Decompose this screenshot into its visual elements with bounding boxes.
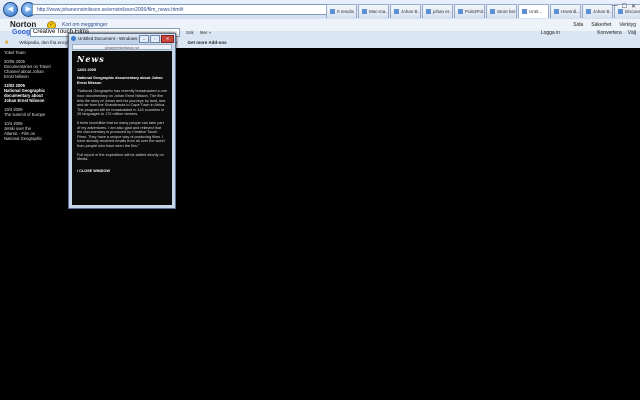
popup-maximize-icon[interactable]: ▫ [150, 35, 160, 43]
close-icon[interactable]: ✕ [631, 3, 636, 10]
tab-favicon-icon [426, 9, 431, 14]
tab-favicon-icon [330, 9, 335, 14]
tab-label: Havsnå... [561, 8, 581, 14]
browser-tab[interactable]: Pole2Pol... [454, 4, 485, 18]
google-toolbar-tools: Sök Mer » [186, 28, 211, 38]
login-link[interactable]: Logga in [541, 28, 560, 38]
news-paragraph: It feels incredible that so many people … [77, 120, 165, 148]
popup-address-bar: johanernstnilsson.se [72, 44, 172, 50]
tab-label: Untit... [529, 8, 543, 14]
news-entry-line: The summit of Europe [4, 112, 46, 117]
popup-minimize-icon[interactable]: – [139, 35, 149, 43]
news-paragraph: "National Geographic has recently broadc… [77, 89, 167, 117]
browser-tab[interactable]: Untit... [518, 4, 549, 18]
tab-strip: 0 results Mac-ma... Johan B... johan er... P… [326, 4, 640, 19]
news-list: Yobel Team 20/05 2005 Documentaries on Tra… [4, 50, 66, 145]
select-button[interactable]: Välj [628, 28, 636, 38]
tab-favicon-icon [458, 9, 463, 14]
tab-label: Johan B... [593, 8, 613, 14]
tab-favicon-icon [522, 9, 527, 14]
browser-tab[interactable]: Mac-ma... [358, 4, 389, 18]
tab-label: Pole2Pol... [465, 8, 485, 14]
browser-tab[interactable]: Johan B... [390, 4, 421, 18]
news-headline: National Geographic documentary about Jo… [77, 76, 163, 85]
browser-tab[interactable]: Johan B... [582, 4, 613, 18]
back-button[interactable]: ◀ [3, 2, 18, 17]
popup-window: Untitled Document - Windows Internet Exp… [68, 33, 176, 209]
news-heading: News [77, 54, 105, 64]
ie-icon [71, 36, 76, 41]
news-entry-line: Ernst Nilsson [4, 74, 29, 79]
google-search-button[interactable]: Sök [186, 28, 194, 38]
tab-favicon-icon [394, 9, 399, 14]
convert-tools: Konvertera Välj [597, 28, 636, 38]
popup-window-controls: – ▫ ✕ [139, 35, 174, 43]
popup-close-icon[interactable]: ✕ [161, 35, 174, 43]
news-entry[interactable]: 20/05 2005 Documentaries on Travel Channel… [4, 59, 66, 79]
popup-title: Untitled Document - Windows Internet Exp… [78, 36, 142, 41]
window-controls: — ☐ ✕ [612, 3, 636, 10]
convert-button[interactable]: Konvertera [597, 28, 621, 38]
maximize-icon[interactable]: ☐ [622, 3, 627, 10]
tab-label: Store ber... [497, 8, 517, 14]
address-bar[interactable]: http://www.johanernstnilsson.se/ernstnil… [32, 4, 342, 15]
news-date: 12/02 2005 [77, 67, 97, 72]
news-entry-line: National Geographic [4, 136, 43, 141]
favorite-get-addons[interactable]: Get more Add-ons [187, 38, 226, 48]
tab-favicon-icon [490, 9, 495, 14]
favorites-star-icon[interactable]: ★ [4, 38, 9, 48]
tab-label: Mac-ma... [369, 8, 389, 14]
close-window-link[interactable]: / CLOSE WINDOW [77, 169, 167, 174]
news-entry[interactable]: Yobel Team [4, 50, 66, 55]
news-entry[interactable]: 12/02 2005 National Geographic documentary… [4, 83, 66, 103]
tab-favicon-icon [362, 9, 367, 14]
page-menu[interactable]: Sida [573, 19, 583, 31]
tab-label: Johan B... [401, 8, 421, 14]
popup-content: News 12/02 2005 National Geographic docu… [72, 51, 172, 205]
minimize-icon[interactable]: — [612, 3, 618, 10]
google-more-button[interactable]: Mer » [200, 28, 212, 38]
news-entry[interactable]: 10/4 2005 Jetski over the Atlantic - Film … [4, 121, 66, 141]
tab-favicon-icon [554, 9, 559, 14]
news-entry[interactable]: 19/3 2005 The summit of Europe [4, 107, 66, 117]
popup-title-bar[interactable]: Untitled Document - Windows Internet Exp… [69, 34, 175, 43]
tab-label: 0 results [337, 8, 355, 14]
tab-label: johan er... [433, 8, 453, 14]
news-entry-line: Yobel Team [4, 50, 26, 55]
browser-tab[interactable]: johan er... [422, 4, 453, 18]
news-paragraph: Full report of the expedition will be ad… [77, 152, 164, 162]
browser-tab[interactable]: Store ber... [486, 4, 517, 18]
browser-tab[interactable]: Havsnå... [550, 4, 581, 18]
news-entry-line: Johan Ernst Nilsson [4, 98, 45, 103]
browser-tab[interactable]: 0 results [326, 4, 357, 18]
tab-favicon-icon [586, 9, 591, 14]
